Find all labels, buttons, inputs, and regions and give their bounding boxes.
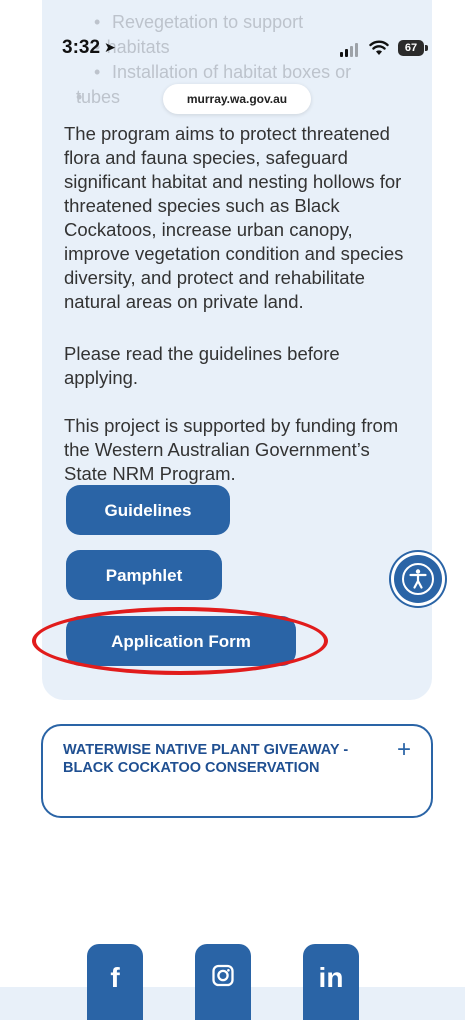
accordion-title: WATERWISE NATIVE PLANT GIVEAWAY - BLACK …	[63, 742, 349, 776]
linkedin-icon: in	[318, 962, 344, 993]
expand-icon[interactable]: +	[397, 736, 411, 764]
funding-note: This project is supported by funding fro…	[64, 415, 399, 484]
guidelines-button[interactable]: Guidelines	[66, 485, 230, 535]
status-time: 3:32	[62, 37, 101, 58]
guidelines-note: Please read the guidelines before applyi…	[64, 343, 340, 388]
accordion-waterwise-giveaway[interactable]: WATERWISE NATIVE PLANT GIVEAWAY - BLACK …	[41, 724, 433, 818]
application-form-button[interactable]: Application Form	[66, 616, 296, 666]
list-item-text: tubes	[76, 87, 121, 107]
status-bar: 3:32 ➤ 67	[0, 37, 465, 65]
list-item: Revegetation to support	[94, 10, 424, 35]
url-bar[interactable]: murray.wa.gov.au	[163, 84, 311, 114]
instagram-link[interactable]	[195, 944, 251, 1020]
wifi-icon	[369, 39, 389, 57]
linkedin-link[interactable]: in	[303, 944, 359, 1020]
pamphlet-button[interactable]: Pamphlet	[66, 550, 222, 600]
facebook-icon: f	[110, 962, 120, 993]
location-arrow-icon: ➤	[104, 39, 116, 55]
accessibility-button[interactable]	[394, 555, 442, 603]
accessibility-icon	[402, 563, 434, 595]
battery-icon: 67	[398, 40, 428, 56]
signal-icon	[340, 43, 360, 57]
program-description: The program aims to protect threatened f…	[64, 123, 404, 312]
facebook-link[interactable]: f	[87, 944, 143, 1020]
instagram-icon	[212, 964, 234, 987]
